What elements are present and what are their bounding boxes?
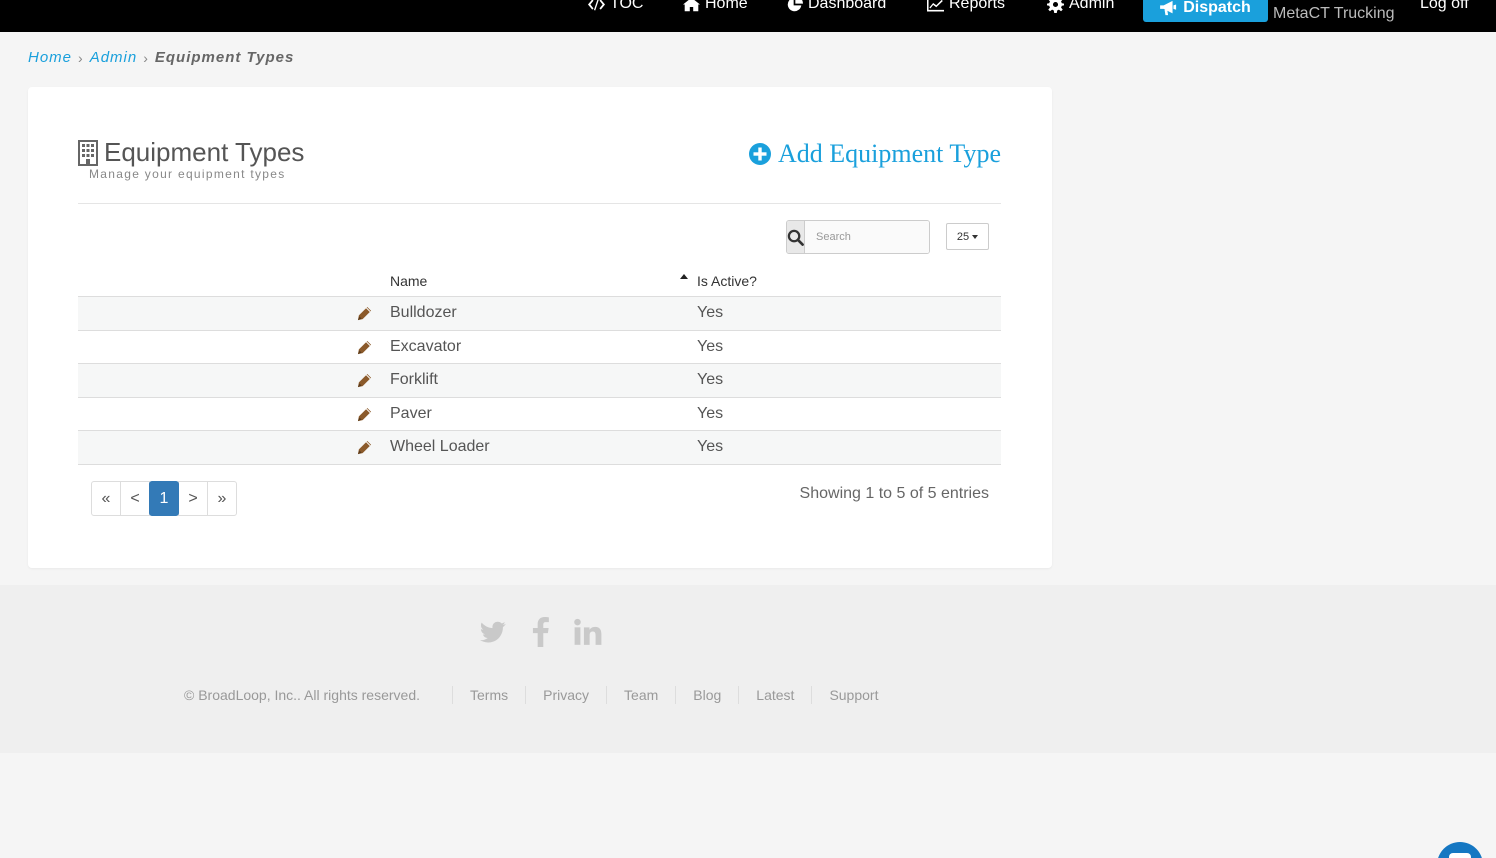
chevron-right-icon: › xyxy=(143,49,149,66)
nav-home[interactable]: Home xyxy=(683,0,748,13)
page-subtitle: Manage your equipment types xyxy=(89,167,286,181)
page-size-value: 25 xyxy=(956,230,970,243)
building-icon xyxy=(78,139,98,166)
nav-dashboard-label: Dashboard xyxy=(808,0,887,12)
line-chart-icon xyxy=(927,0,944,11)
footer-link-privacy[interactable]: Privacy xyxy=(525,686,606,704)
cell-is-active: Yes xyxy=(697,304,724,321)
cell-name: Paver xyxy=(390,404,432,422)
table-row: Forklift Yes xyxy=(78,364,1001,398)
main-card: Equipment Types Manage your equipment ty… xyxy=(28,87,1052,568)
cell-name: Excavator xyxy=(390,337,462,355)
footer-link-support[interactable]: Support xyxy=(811,686,895,704)
nav-dashboard[interactable]: Dashboard xyxy=(786,0,886,13)
add-equipment-type-button[interactable]: Add Equipment Type xyxy=(748,139,1001,169)
column-header-is-active[interactable]: Is Active? xyxy=(697,273,757,289)
company-name[interactable]: MetaCT Trucking xyxy=(1273,5,1395,23)
table-row: Wheel Loader Yes xyxy=(78,431,1001,465)
search-group xyxy=(786,220,930,254)
first-page-button[interactable]: « xyxy=(91,481,121,516)
linkedin-link[interactable] xyxy=(574,617,602,647)
cell-name: Wheel Loader xyxy=(390,438,490,455)
bullhorn-icon xyxy=(1160,0,1177,16)
cell-is-active: Yes xyxy=(697,438,724,455)
sort-ascending-icon xyxy=(680,274,688,279)
breadcrumb-current: Equipment Types xyxy=(154,49,295,66)
equipment-types-table: Name Is Active? Bulldozer Yes Excavator … xyxy=(78,262,1001,465)
search-button[interactable] xyxy=(787,221,805,253)
page-title-text: Equipment Types xyxy=(104,137,305,167)
footer: © BroadLoop, Inc.. All rights reserved. … xyxy=(0,585,1496,753)
pencil-icon[interactable] xyxy=(357,306,372,321)
search-icon xyxy=(787,229,804,246)
breadcrumb-home[interactable]: Home xyxy=(28,49,72,66)
prev-page-button[interactable]: < xyxy=(120,481,150,516)
top-nav: TOC Home Dashboard Reports Admin Dispatc… xyxy=(0,0,1496,32)
table-row: Excavator Yes xyxy=(78,331,1001,364)
cell-name: Forklift xyxy=(390,371,438,388)
copyright-text: © BroadLoop, Inc.. All rights reserved. xyxy=(184,687,420,703)
entries-summary: Showing 1 to 5 of 5 entries xyxy=(799,485,989,502)
next-page-button[interactable]: > xyxy=(178,481,208,516)
pencil-icon[interactable] xyxy=(357,373,372,388)
breadcrumb: Home › Admin › Equipment Types xyxy=(28,49,294,66)
dispatch-label: Dispatch xyxy=(1183,0,1251,16)
nav-admin[interactable]: Admin xyxy=(1047,0,1114,13)
twitter-link[interactable] xyxy=(479,617,507,647)
footer-links: Terms Privacy Team Blog Latest Support xyxy=(452,686,895,704)
table-row: Paver Yes xyxy=(78,398,1001,431)
home-icon xyxy=(683,0,700,11)
chevron-right-icon: › xyxy=(78,49,84,66)
page-size-select[interactable]: 25 xyxy=(946,223,989,250)
linkedin-icon xyxy=(574,618,602,645)
facebook-icon xyxy=(532,617,549,647)
search-input[interactable] xyxy=(805,221,929,253)
nav-admin-label: Admin xyxy=(1069,0,1115,12)
page-title: Equipment Types xyxy=(78,137,304,168)
pagination: « < 1 > » xyxy=(91,481,237,516)
add-equipment-type-label: Add Equipment Type xyxy=(777,139,1001,168)
current-page-button[interactable]: 1 xyxy=(149,481,179,516)
nav-toc[interactable]: TOC xyxy=(588,0,643,13)
table-header: Name Is Active? xyxy=(78,262,1001,297)
footer-link-team[interactable]: Team xyxy=(606,686,675,704)
caret-down-icon xyxy=(972,234,979,239)
code-icon xyxy=(588,0,605,10)
table-row: Bulldozer Yes xyxy=(78,297,1001,331)
twitter-icon xyxy=(479,621,506,643)
divider xyxy=(78,203,1001,204)
nav-reports-label: Reports xyxy=(949,0,1006,12)
nav-reports[interactable]: Reports xyxy=(927,0,1005,13)
cell-is-active: Yes xyxy=(697,404,724,422)
cell-is-active: Yes xyxy=(697,337,724,355)
chat-icon xyxy=(1449,853,1471,858)
pencil-icon[interactable] xyxy=(357,440,372,455)
column-header-name[interactable]: Name xyxy=(390,273,427,289)
last-page-button[interactable]: » xyxy=(207,481,237,516)
facebook-link[interactable] xyxy=(530,617,552,647)
nav-home-label: Home xyxy=(705,0,748,12)
nav-toc-label: TOC xyxy=(610,0,644,12)
pie-chart-icon xyxy=(787,0,803,11)
footer-link-latest[interactable]: Latest xyxy=(738,686,811,704)
cell-name: Bulldozer xyxy=(390,304,457,321)
plus-circle-icon xyxy=(748,143,771,165)
footer-link-terms[interactable]: Terms xyxy=(452,686,525,704)
footer-link-blog[interactable]: Blog xyxy=(675,686,738,704)
pencil-icon[interactable] xyxy=(357,340,372,355)
dispatch-button[interactable]: Dispatch xyxy=(1143,0,1268,22)
pencil-icon[interactable] xyxy=(357,407,372,422)
chat-button[interactable] xyxy=(1437,842,1483,858)
breadcrumb-admin[interactable]: Admin xyxy=(90,49,138,66)
cell-is-active: Yes xyxy=(697,371,724,388)
gear-icon xyxy=(1047,0,1064,13)
logoff-link[interactable]: Log off xyxy=(1420,0,1469,13)
